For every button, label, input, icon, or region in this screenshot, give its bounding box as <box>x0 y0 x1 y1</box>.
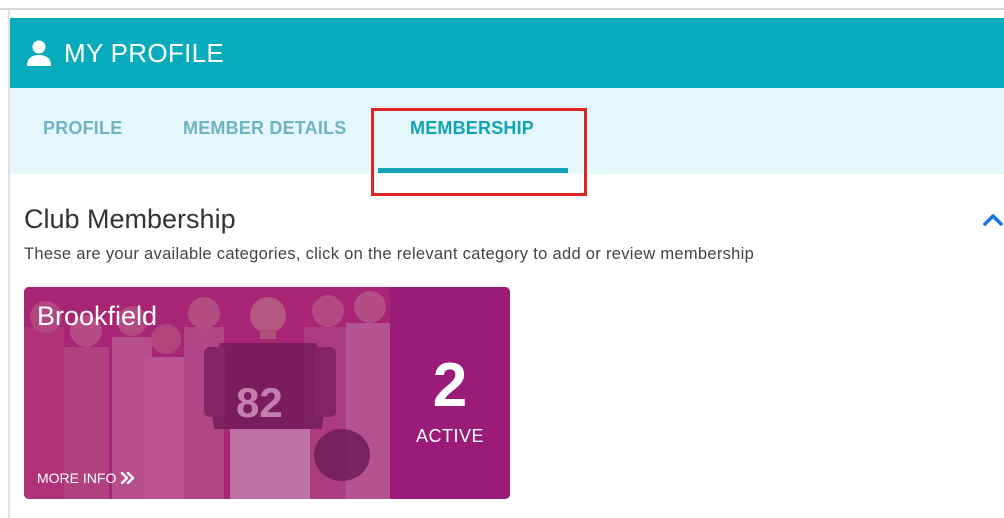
profile-page: MY PROFILE PROFILE MEMBER DETAILS MEMBER… <box>0 0 1004 518</box>
tab-membership[interactable]: MEMBERSHIP <box>410 118 534 139</box>
section-title: Club Membership <box>24 204 236 234</box>
membership-card[interactable]: 82 Brookfield 2 ACTIVE MORE INFO <box>24 287 510 499</box>
more-info-link[interactable]: MORE INFO <box>37 470 136 486</box>
active-count: 2 <box>432 351 468 420</box>
chevron-up-icon[interactable] <box>982 210 1004 228</box>
user-icon <box>24 38 54 68</box>
tab-member-details[interactable]: MEMBER DETAILS <box>183 118 346 139</box>
active-status: ACTIVE <box>415 426 484 446</box>
page-header: MY PROFILE <box>10 18 1004 88</box>
more-info-label: MORE INFO <box>37 470 117 486</box>
top-border <box>0 8 1004 10</box>
tab-bar: PROFILE MEMBER DETAILS MEMBERSHIP <box>10 88 1004 174</box>
card-name: Brookfield <box>37 301 158 331</box>
page-title: MY PROFILE <box>64 37 225 68</box>
tab-profile[interactable]: PROFILE <box>43 118 122 139</box>
active-tab-indicator <box>378 168 568 173</box>
double-chevron-right-icon <box>120 472 136 484</box>
section-description: These are your available categories, cli… <box>24 245 755 263</box>
